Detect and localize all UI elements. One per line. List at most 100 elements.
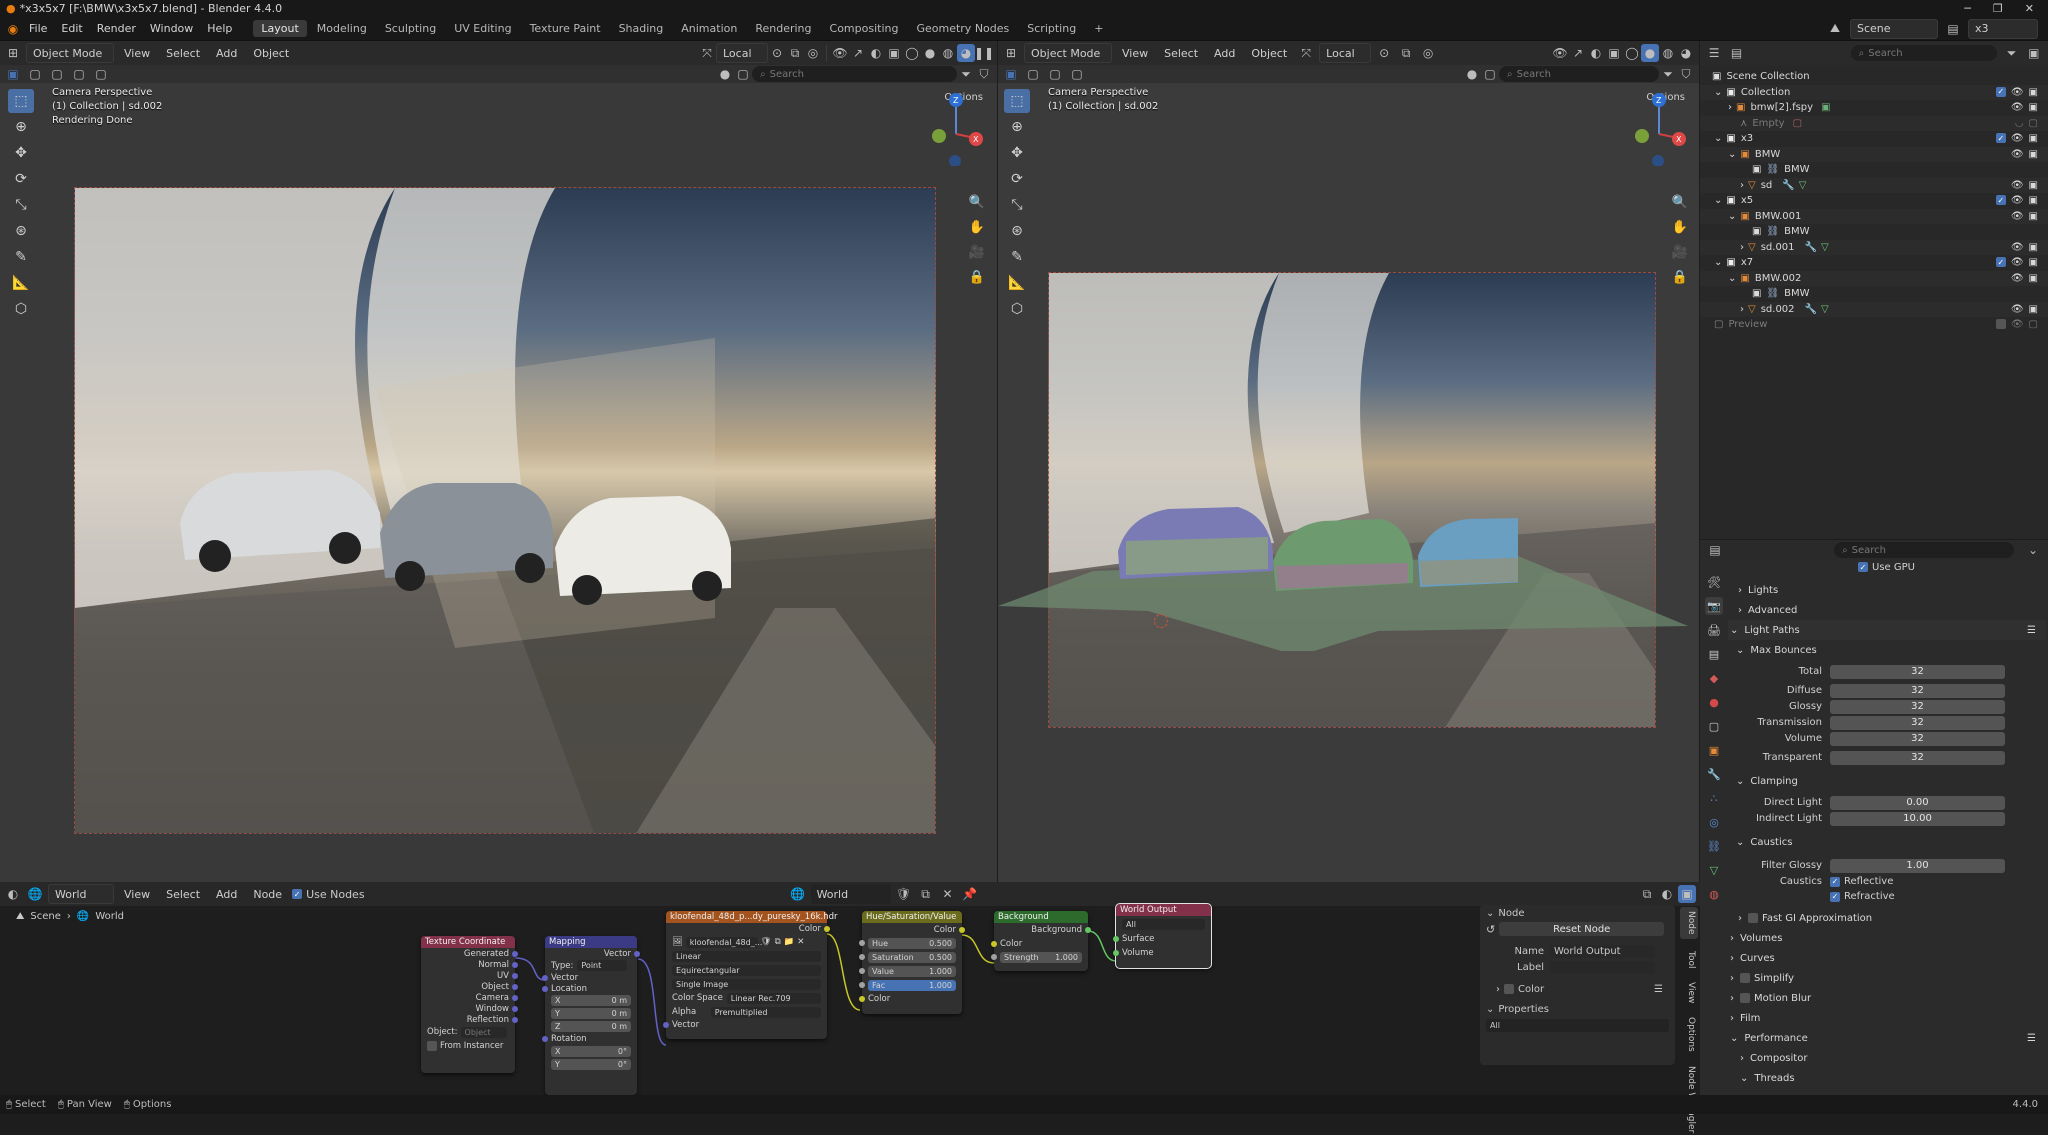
exclude-checkbox[interactable]: ✓ bbox=[1995, 195, 2006, 206]
expand-icon[interactable]: ⌄ bbox=[1714, 133, 1722, 144]
eye-icon[interactable]: 👁 bbox=[2011, 195, 2024, 206]
eye-icon[interactable]: 👁 bbox=[2011, 242, 2024, 253]
camera-render-icon[interactable]: ▢ bbox=[2029, 319, 2038, 330]
reflective-checkbox[interactable]: ✓ bbox=[1830, 876, 1840, 887]
physics-tab-icon[interactable]: ◎ bbox=[1705, 813, 1723, 831]
camera-render-icon[interactable]: ▣ bbox=[2029, 211, 2038, 222]
properties-editor-icon[interactable]: ▤ bbox=[1706, 541, 1724, 559]
view-layer-tab-icon[interactable]: ▤ bbox=[1705, 645, 1723, 663]
node-hue-saturation-value[interactable]: Hue/Saturation/Value Color Hue 0.500 Satu… bbox=[859, 911, 965, 1014]
preset-list-icon[interactable]: ☰ bbox=[2027, 1033, 2036, 1044]
visibility-icon[interactable]: 👁 bbox=[831, 44, 849, 62]
node-world-output[interactable]: World Output All Surface Volume bbox=[1113, 903, 1212, 969]
expand-icon[interactable]: ⌄ bbox=[1714, 257, 1722, 268]
world-name-field[interactable]: World bbox=[810, 884, 891, 904]
from-instancer-checkbox[interactable] bbox=[427, 1040, 437, 1051]
tree-row[interactable]: › ▣ bmw[2].fspy ▣ 👁 ▣ bbox=[1700, 100, 2048, 116]
object-field[interactable]: Object bbox=[460, 1026, 507, 1038]
menu-edit[interactable]: Edit bbox=[54, 22, 89, 35]
section-compositor[interactable]: › Compositor bbox=[1728, 1048, 2046, 1068]
overlay-icon[interactable]: ◐ bbox=[1658, 885, 1676, 903]
output-tab-icon[interactable]: 🖨 bbox=[1705, 621, 1723, 639]
filter-icon[interactable]: ⏷ bbox=[2003, 44, 2019, 62]
open-file-icon[interactable]: 📁 bbox=[784, 937, 795, 947]
menu-select[interactable]: Select bbox=[160, 884, 206, 904]
tree-row[interactable]: ⌄ ▣ BMW.002 👁 ▣ bbox=[1700, 270, 2048, 286]
rotation-y-field[interactable]: Y 0° bbox=[551, 1059, 631, 1070]
tab-layout[interactable]: Layout bbox=[253, 20, 307, 37]
tree-row[interactable]: › ▽ sd.002 🔧 ▽ 👁 ▣ bbox=[1700, 301, 2048, 317]
fac-field[interactable]: Fac 1.000 bbox=[868, 979, 956, 991]
rotate-tool-icon[interactable]: ⟳ bbox=[8, 167, 34, 191]
value-field[interactable]: Value 1.000 bbox=[868, 965, 956, 977]
camera-render-icon[interactable]: ▣ bbox=[2029, 195, 2038, 206]
filter-glossy-field[interactable]: 1.00 bbox=[1830, 858, 2005, 873]
camera-render-icon[interactable]: ▣ bbox=[2029, 87, 2038, 98]
object-filter-icon[interactable]: ● bbox=[1463, 65, 1481, 83]
annotate-tool-icon[interactable]: ✎ bbox=[8, 245, 34, 269]
motion-blur-checkbox[interactable] bbox=[1740, 993, 1750, 1003]
menu-add[interactable]: Add bbox=[210, 43, 243, 63]
tree-row[interactable]: ▣ ⛓ BMW bbox=[1700, 224, 2048, 240]
add-cube-tool-icon[interactable]: ⬡ bbox=[8, 297, 34, 321]
camera-render-icon[interactable]: ▣ bbox=[2029, 180, 2038, 191]
shading-rendered-icon[interactable]: ◕ bbox=[957, 44, 975, 62]
tab-geometry-nodes[interactable]: Geometry Nodes bbox=[908, 20, 1017, 37]
lock-camera-icon[interactable]: 🔒 bbox=[966, 266, 988, 288]
snapping-icon[interactable]: ⧉ bbox=[1638, 885, 1656, 903]
overlay-icon[interactable]: ◐ bbox=[1587, 44, 1605, 62]
eye-icon[interactable]: 👁 bbox=[2011, 102, 2024, 113]
menu-view[interactable]: View bbox=[1116, 43, 1154, 63]
select-extend-icon[interactable]: ▢ bbox=[48, 65, 66, 83]
camera-render-icon[interactable]: ▢ bbox=[2029, 118, 2038, 129]
xray-icon[interactable]: ▣ bbox=[885, 44, 903, 62]
exclude-checkbox[interactable] bbox=[1995, 319, 2006, 330]
minimize-icon[interactable]: ─ bbox=[1964, 2, 1971, 15]
section-fast-gi[interactable]: › Fast GI Approximation bbox=[1728, 908, 2046, 928]
camera-render-icon[interactable]: ▣ bbox=[2029, 133, 2038, 144]
navigation-gizmo[interactable]: Z X bbox=[1628, 86, 1688, 167]
restrict-icon[interactable]: ⛉ bbox=[975, 65, 993, 83]
tree-row[interactable]: ⋏ Empty ▢ ◡ ▢ bbox=[1700, 115, 2048, 131]
add-cube-tool-icon[interactable]: ⬡ bbox=[1004, 297, 1030, 321]
bounce-total-field[interactable]: 32 bbox=[1830, 664, 2005, 679]
modifiers-tab-icon[interactable]: 🔧 bbox=[1705, 765, 1723, 783]
interpolation-dropdown[interactable]: Linear bbox=[672, 950, 821, 962]
tree-row[interactable]: ⌄ ▣ x3 ✓ 👁 ▣ bbox=[1700, 131, 2048, 147]
tree-row[interactable]: ▢ Preview 👁 ▢ bbox=[1700, 317, 2048, 333]
world-tab-icon[interactable]: ● bbox=[1705, 693, 1723, 711]
data-tab-icon[interactable]: ▽ bbox=[1705, 861, 1723, 879]
rotation-x-field[interactable]: X 0° bbox=[551, 1046, 631, 1057]
direct-light-field[interactable]: 0.00 bbox=[1830, 795, 2005, 810]
menu-object[interactable]: Object bbox=[1245, 43, 1293, 63]
visibility-icon[interactable]: 👁 bbox=[1551, 44, 1569, 62]
transform-tool-icon[interactable]: ⊛ bbox=[8, 219, 34, 243]
node-texture-coordinate[interactable]: Texture Coordinate Generated Normal UV O… bbox=[421, 936, 518, 1073]
eye-icon[interactable]: 👁 bbox=[2011, 149, 2024, 160]
bounce-volume-field[interactable]: 32 bbox=[1830, 731, 2005, 746]
scene-tab-icon[interactable]: ◆ bbox=[1705, 669, 1723, 687]
select-subtract-icon[interactable]: ▢ bbox=[1068, 65, 1086, 83]
node-name-field[interactable]: World Output bbox=[1550, 944, 1655, 958]
camera-render-icon[interactable]: ▣ bbox=[2029, 273, 2038, 284]
tree-row[interactable]: › ▽ sd 🔧 ▽ 👁 ▣ bbox=[1700, 177, 2048, 193]
tree-row[interactable]: ⌄ ▣ x7 ✓ 👁 ▣ bbox=[1700, 255, 2048, 271]
menu-file[interactable]: File bbox=[22, 22, 54, 35]
node-editor-type-icon[interactable]: ◐ bbox=[4, 885, 22, 903]
backdrop-icon[interactable]: ▣ bbox=[1678, 885, 1696, 903]
section-light-paths[interactable]: ⌄ Light Paths ☰ bbox=[1728, 620, 2046, 640]
tree-row[interactable]: ⌄ ▣ BMW.001 👁 ▣ bbox=[1700, 208, 2048, 224]
strength-field[interactable]: Strength 1.000 bbox=[1000, 951, 1082, 963]
tab-uv-editing[interactable]: UV Editing bbox=[446, 20, 519, 37]
expand-icon[interactable]: ⌄ bbox=[1728, 149, 1736, 160]
add-workspace-icon[interactable]: + bbox=[1086, 20, 1111, 37]
source-dropdown[interactable]: Single Image bbox=[672, 978, 821, 990]
alpha-dropdown[interactable]: Premultiplied bbox=[710, 1006, 821, 1018]
unlink-icon[interactable]: ✕ bbox=[797, 937, 804, 947]
node-color-checkbox[interactable] bbox=[1504, 984, 1514, 994]
expand-icon[interactable]: ⌄ bbox=[1728, 273, 1736, 284]
eye-icon[interactable]: 👁 bbox=[2011, 304, 2024, 315]
sidebar-tab-options[interactable]: Options bbox=[1680, 1015, 1698, 1054]
measure-tool-icon[interactable]: 📐 bbox=[1004, 271, 1030, 295]
section-motion-blur[interactable]: › Motion Blur bbox=[1728, 988, 2046, 1008]
